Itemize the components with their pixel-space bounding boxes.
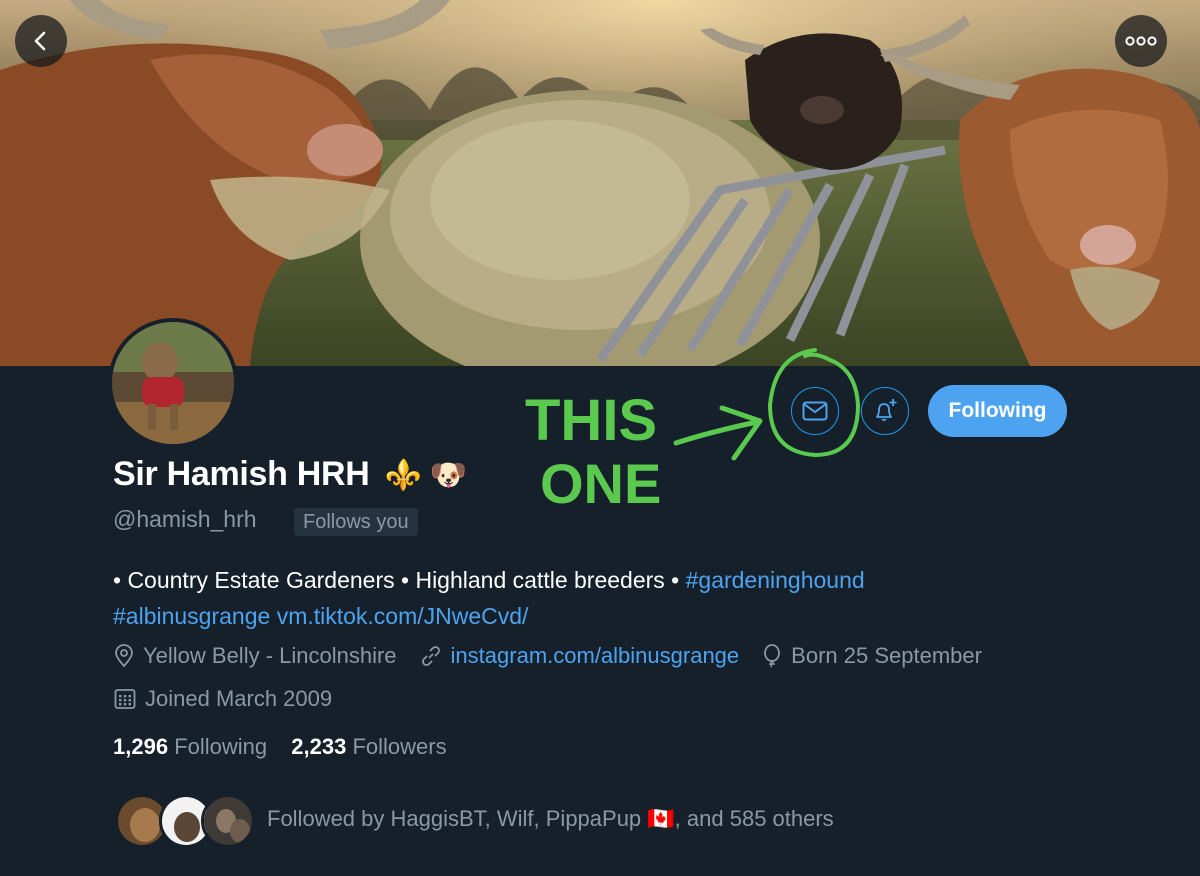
chevron-left-icon bbox=[34, 31, 46, 51]
followed-by-text[interactable]: Followed by HaggisBT, Wilf, PippaPup 🇨🇦,… bbox=[267, 806, 834, 832]
message-button[interactable] bbox=[791, 387, 839, 435]
bio-hashtag-gardeninghound[interactable]: #gardeninghound bbox=[686, 567, 865, 593]
website-link[interactable]: instagram.com/albinusgrange bbox=[451, 643, 740, 669]
joined-text: Joined March 2009 bbox=[145, 686, 333, 711]
bell-plus-icon bbox=[876, 399, 897, 422]
follows-you-badge: Follows you bbox=[294, 508, 418, 536]
location-pin-icon bbox=[115, 644, 133, 668]
notifications-button[interactable] bbox=[861, 387, 909, 435]
bio-tiktok-link[interactable]: vm.tiktok.com/JNweCvd/ bbox=[277, 603, 529, 629]
following-stat[interactable]: 1,296 Following bbox=[113, 734, 285, 759]
envelope-icon bbox=[802, 401, 828, 421]
birthday-item: Born 25 September bbox=[761, 643, 982, 669]
bio-hashtag-albinusgrange[interactable]: #albinusgrange bbox=[113, 603, 270, 629]
link-icon bbox=[421, 646, 440, 666]
profile-handle: @hamish_hrh bbox=[113, 506, 257, 532]
joined-item: Joined March 2009 bbox=[113, 686, 332, 712]
profile-banner[interactable] bbox=[0, 0, 1200, 366]
website-item[interactable]: instagram.com/albinusgrange bbox=[419, 643, 740, 669]
location-item: Yellow Belly - Lincolnshire bbox=[113, 643, 397, 669]
profile-name-emoji: ⚜️ 🐶 bbox=[384, 459, 467, 492]
mutual-avatar bbox=[201, 794, 255, 848]
followers-count: 2,233 bbox=[291, 734, 347, 759]
profile-name-text: Sir Hamish HRH bbox=[113, 455, 370, 493]
followers-label: Followers bbox=[352, 734, 447, 759]
profile-avatar[interactable] bbox=[108, 318, 238, 448]
following-button-label: Following bbox=[948, 399, 1047, 422]
balloon-icon bbox=[764, 644, 781, 668]
birthday-text: Born 25 September bbox=[791, 643, 982, 668]
following-count: 1,296 bbox=[113, 734, 169, 759]
profile-meta-joined: Joined March 2009 bbox=[113, 686, 354, 712]
location-text: Yellow Belly - Lincolnshire bbox=[143, 643, 397, 668]
calendar-icon bbox=[114, 689, 136, 709]
more-horizontal-icon bbox=[1125, 36, 1157, 46]
bio-text: • Country Estate Gardeners • Highland ca… bbox=[113, 567, 686, 593]
avatar-photo bbox=[112, 322, 234, 444]
follow-stats: 1,296 Following 2,233 Followers bbox=[113, 734, 465, 760]
following-button[interactable]: Following bbox=[928, 385, 1067, 437]
profile-name: Sir Hamish HRH ⚜️ 🐶 bbox=[113, 455, 467, 494]
banner-photo bbox=[0, 0, 1200, 366]
following-label: Following bbox=[174, 734, 268, 759]
more-options-button[interactable] bbox=[1115, 15, 1167, 67]
followers-stat[interactable]: 2,233 Followers bbox=[291, 734, 464, 759]
profile-meta: Yellow Belly - Lincolnshire instagram.co… bbox=[113, 643, 1004, 669]
profile-bio: • Country Estate Gardeners • Highland ca… bbox=[113, 562, 1073, 634]
back-button[interactable] bbox=[15, 15, 67, 67]
